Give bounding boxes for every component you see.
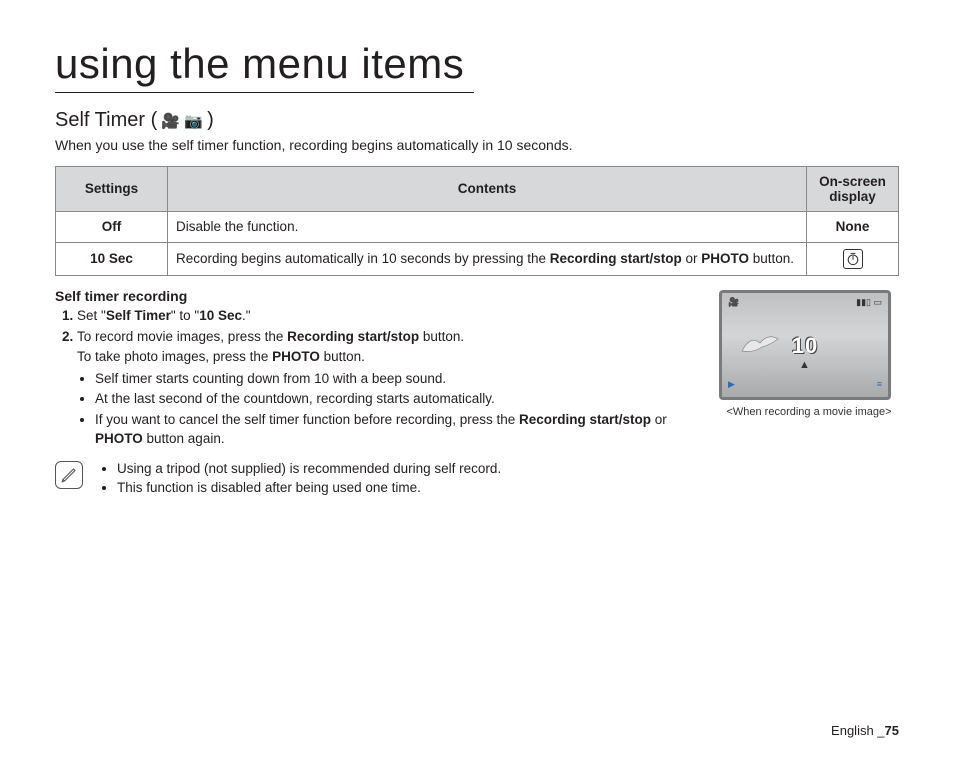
menu-icon: ≡ [877, 379, 882, 393]
col-settings: Settings [56, 166, 168, 211]
timer-icon [843, 249, 863, 269]
note-list: Using a tripod (not supplied) is recomme… [99, 459, 501, 498]
table-row: Off Disable the function. None [56, 211, 899, 242]
note-item: Using a tripod (not supplied) is recomme… [117, 459, 501, 479]
step-2: To record movie images, press the Record… [77, 327, 697, 448]
text: button again. [143, 431, 225, 446]
screen-topbar: 🎥 ▮▮▯ ▭ [728, 297, 882, 311]
text: ." [242, 308, 251, 323]
bullet: Self timer starts counting down from 10 … [95, 369, 697, 389]
section-heading-text: Self Timer ( [55, 109, 157, 131]
text: button. [320, 349, 365, 364]
col-display: On-screen display [807, 166, 899, 211]
bold: PHOTO [95, 431, 143, 446]
setting-display [807, 242, 899, 275]
col-contents: Contents [168, 166, 807, 211]
setting-label: Off [56, 211, 168, 242]
text: button. [419, 329, 464, 344]
text: To record movie images, press the [77, 329, 287, 344]
bold: PHOTO [272, 349, 320, 364]
section-intro: When you use the self timer function, re… [55, 136, 899, 156]
screen-caption: <When recording a movie image> [719, 406, 899, 418]
section-heading-close: ) [207, 109, 214, 131]
step-1: Set "Self Timer" to "10 Sec." [77, 306, 697, 326]
footer-lang: English _ [831, 723, 884, 738]
rec-icon: 🎥 [728, 297, 739, 311]
setting-display: None [807, 211, 899, 242]
text: If you want to cancel the self timer fun… [95, 412, 519, 427]
mode-icons: 🎥 📷 [157, 113, 207, 130]
page-number: 75 [885, 723, 899, 738]
setting-label: 10 Sec [56, 242, 168, 275]
table-header-row: Settings Contents On-screen display [56, 166, 899, 211]
status-icons: ▮▮▯ ▭ [856, 297, 882, 311]
table-row: 10 Sec Recording begins automatically in… [56, 242, 899, 275]
note-item: This function is disabled after being us… [117, 478, 501, 498]
text: " to " [171, 308, 199, 323]
step-bullets: Self timer starts counting down from 10 … [77, 369, 697, 449]
bullet: If you want to cancel the self timer fun… [95, 410, 697, 449]
bold: Recording start/stop [519, 412, 651, 427]
setting-contents: Recording begins automatically in 10 sec… [168, 242, 807, 275]
section-heading: Self Timer ( 🎥 📷 ) [55, 109, 899, 132]
sub-heading: Self timer recording [55, 288, 697, 304]
note-block: Using a tripod (not supplied) is recomme… [55, 459, 697, 498]
bold: Recording start/stop [287, 329, 419, 344]
text: Set " [77, 308, 106, 323]
step-list: Set "Self Timer" to "10 Sec." To record … [55, 306, 697, 449]
bold: 10 Sec [199, 308, 242, 323]
bold: Self Timer [106, 308, 171, 323]
page-footer: English _75 [831, 723, 899, 738]
text: To take photo images, press the [77, 349, 272, 364]
setting-contents: Disable the function. [168, 211, 807, 242]
text: or [651, 412, 667, 427]
bullet: At the last second of the countdown, rec… [95, 389, 697, 409]
page-title: using the menu items [55, 40, 474, 93]
screen-botbar: ▶≡ [728, 379, 882, 393]
settings-table: Settings Contents On-screen display Off … [55, 166, 899, 276]
note-icon [55, 461, 83, 489]
countdown: 10 [722, 333, 888, 371]
preview-screen: 🎥▮▮▯ ▭ 10 ▶≡ [719, 290, 891, 400]
play-icon: ▶ [728, 379, 735, 393]
